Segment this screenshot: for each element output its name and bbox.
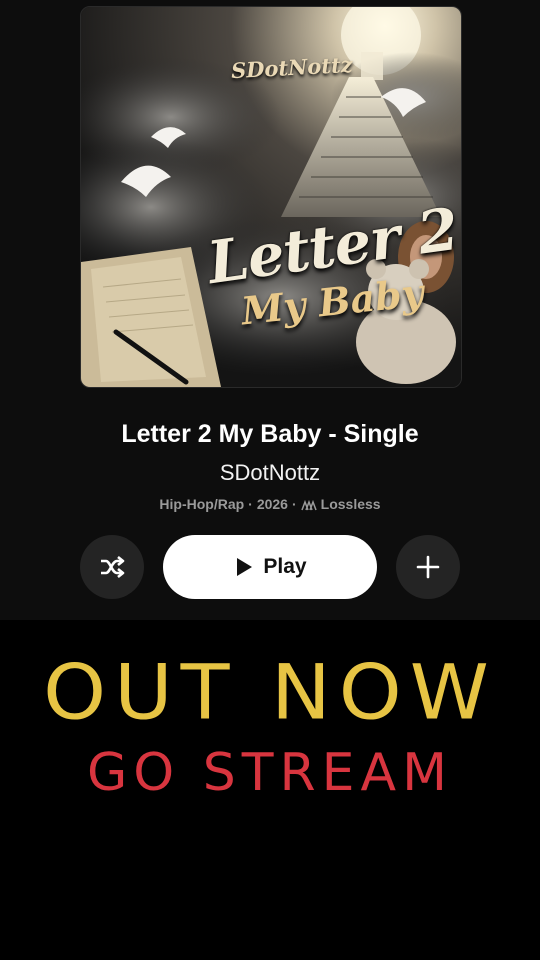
artist-link[interactable]: SDotNottz xyxy=(0,460,540,486)
shuffle-icon xyxy=(101,555,125,579)
promo-headline: OUT NOW xyxy=(43,648,497,737)
album-meta: Hip-Hop/Rap · 2026 · Lossless xyxy=(0,496,540,515)
shuffle-button[interactable] xyxy=(80,535,144,599)
play-button-label: Play xyxy=(263,555,307,578)
play-icon xyxy=(237,558,253,576)
genre-label: Hip-Hop/Rap xyxy=(159,496,245,512)
lossless-icon xyxy=(300,499,317,515)
play-button[interactable]: Play xyxy=(163,535,377,599)
promo-subheadline: GO STREAM xyxy=(87,743,453,803)
quality-label: Lossless xyxy=(320,496,381,512)
year-label: 2026 xyxy=(256,496,288,512)
add-to-library-button[interactable] xyxy=(396,535,460,599)
album-title: Letter 2 My Baby - Single xyxy=(121,420,419,448)
album-cover-art[interactable]: SDotNottz Letter 2 My Baby xyxy=(80,6,462,388)
cover-artist-text: SDotNottz xyxy=(230,51,354,84)
plus-icon xyxy=(416,555,440,579)
